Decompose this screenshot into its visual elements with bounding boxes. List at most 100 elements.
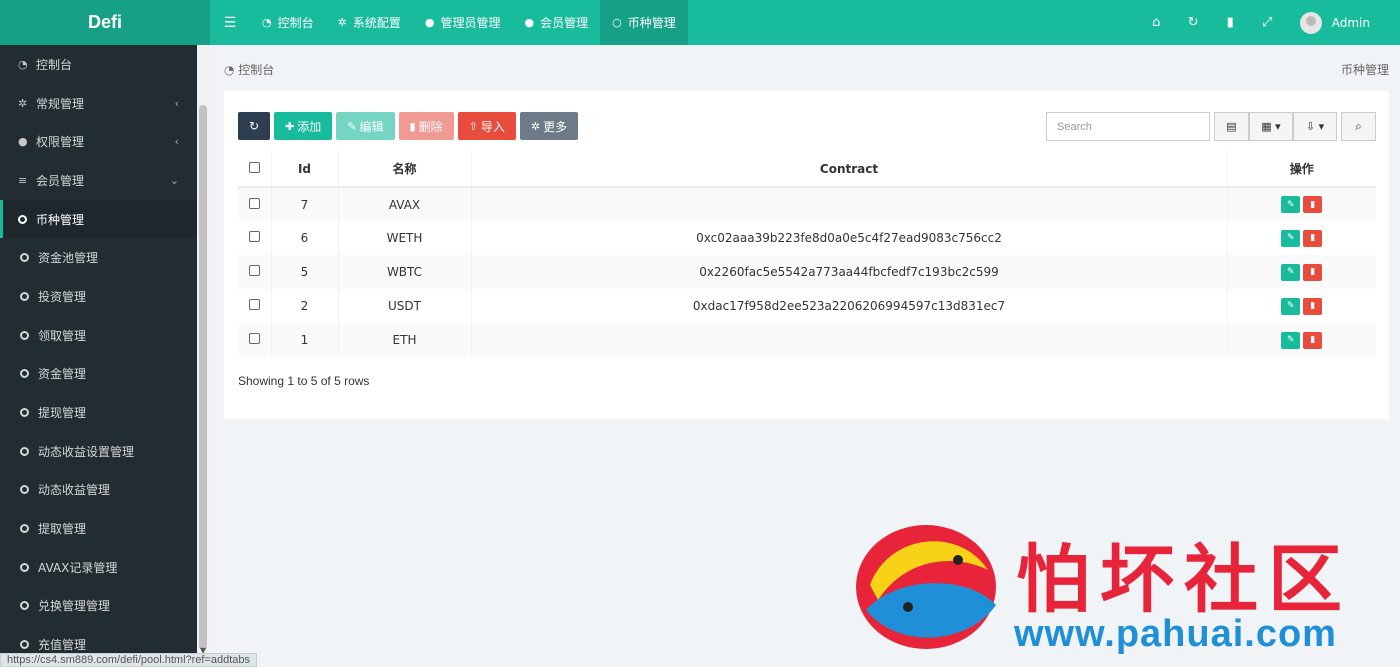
sidebar-item-withdraw[interactable]: 提现管理: [0, 393, 197, 432]
row-checkbox[interactable]: [248, 265, 260, 276]
sidebar-item-coin[interactable]: 币种管理: [0, 199, 197, 239]
row-edit-button[interactable]: ✎: [1281, 263, 1301, 281]
row-delete-button[interactable]: ▮: [1303, 196, 1323, 214]
table-row[interactable]: 5 WBTC 0x2260fac5e5542a773aa44fbcfedf7c1…: [238, 255, 1376, 289]
top-actions: ⌂ ↻ ▮ ⤢ Admin: [1138, 0, 1400, 45]
sidebar-item-general[interactable]: ✲ 常规管理 ‹: [0, 84, 197, 123]
tab-dashboard[interactable]: ◔ 控制台: [250, 0, 326, 45]
row-checkbox[interactable]: [248, 231, 260, 242]
cell-id: 7: [271, 187, 339, 221]
avatar: [1299, 11, 1322, 34]
row-edit-button[interactable]: ✎: [1281, 297, 1301, 315]
sidebar-item-member[interactable]: ≡ 会员管理 ⌄: [0, 161, 197, 200]
search-input[interactable]: Search: [1046, 112, 1210, 141]
cell-ops: ✎ ▮: [1227, 255, 1376, 289]
table-row[interactable]: 1 ETH ✎ ▮: [238, 323, 1376, 357]
columns-button[interactable]: ▦ ▾: [1249, 112, 1293, 141]
row-delete-button[interactable]: ▮: [1303, 297, 1323, 315]
tab-coin-manage[interactable]: ○ 币种管理: [600, 0, 688, 45]
row-delete-button[interactable]: ▮: [1303, 229, 1323, 247]
table-row[interactable]: 7 AVAX ✎ ▮: [238, 187, 1376, 221]
coin-table: Id 名称 Contract 操作 7 AVAX ✎ ▮ 6 WETH 0xc0…: [238, 151, 1376, 357]
cell-contract: [471, 323, 1228, 357]
row-delete-button[interactable]: ▮: [1303, 263, 1323, 281]
home-icon[interactable]: ⌂: [1138, 15, 1175, 30]
row-delete-button[interactable]: ▮: [1303, 331, 1323, 349]
gear-icon: ✲: [530, 119, 541, 133]
sidebar-item-invest[interactable]: 投资管理: [0, 277, 197, 316]
trash-icon[interactable]: ▮: [1212, 15, 1249, 30]
edit-button[interactable]: ✎ 编辑: [336, 112, 395, 140]
export-button[interactable]: ⇩ ▾: [1293, 112, 1337, 141]
sidebar-item-exchange[interactable]: 兑换管理管理: [0, 587, 197, 626]
tab-system-config[interactable]: ✲ 系统配置: [326, 0, 413, 45]
sidebar-item-dynamic-settings[interactable]: 动态收益设置管理: [0, 432, 197, 471]
chevron-left-icon: ‹: [174, 135, 179, 149]
user-menu[interactable]: Admin: [1299, 11, 1370, 34]
cell-name: WETH: [338, 221, 472, 255]
cell-ops: ✎ ▮: [1227, 323, 1376, 357]
pagination-summary: Showing 1 to 5 of 5 rows: [238, 374, 370, 388]
pencil-icon: ✎: [347, 119, 357, 133]
row-select-cell: [238, 187, 272, 221]
cell-id: 5: [271, 255, 339, 289]
row-edit-button[interactable]: ✎: [1281, 229, 1301, 247]
breadcrumb[interactable]: ◔ 控制台: [224, 61, 274, 78]
table-tools: ▤ ▦ ▾ ⇩ ▾: [1214, 112, 1337, 141]
more-button[interactable]: ✲ 更多: [519, 112, 579, 140]
scrollbar-thumb[interactable]: [199, 105, 207, 650]
export-icon: ⇩ ▾: [1305, 120, 1325, 133]
sidebar-scrollbar[interactable]: ▼: [197, 45, 210, 657]
sidebar-item-permission[interactable]: ● 权限管理 ‹: [0, 122, 197, 161]
watermark-url: www.pahuai.com: [1014, 613, 1337, 655]
upload-icon: ⇧: [468, 119, 478, 133]
tab-admin-manage[interactable]: ● 管理员管理: [413, 0, 513, 45]
refresh-icon[interactable]: ↻: [1175, 15, 1212, 30]
import-button[interactable]: ⇧ 导入: [457, 112, 516, 140]
toggle-view-button[interactable]: ▤: [1214, 112, 1249, 141]
sidebar: ◔ 控制台 ✲ 常规管理 ‹ ● 权限管理 ‹ ≡ 会员管理 ⌄ 币种管理 资金池管理 投资管…: [0, 45, 197, 667]
header-id[interactable]: Id: [271, 151, 339, 188]
header-name[interactable]: 名称: [338, 151, 472, 188]
delete-button[interactable]: ▮ 删除: [398, 112, 454, 140]
users-icon: ●: [18, 135, 28, 149]
sidebar-item-receive[interactable]: 领取管理: [0, 316, 197, 355]
status-bar-url: https://cs4.sm889.com/defi/pool.html?ref…: [0, 653, 258, 667]
sidebar-item-funds[interactable]: 资金管理: [0, 355, 197, 394]
sidebar-toggle-icon[interactable]: ☰: [210, 0, 250, 45]
header-contract[interactable]: Contract: [471, 151, 1228, 188]
row-checkbox[interactable]: [248, 197, 260, 209]
search-icon: ⌕: [1355, 119, 1362, 133]
list-icon: ≡: [18, 173, 28, 187]
page-title: 币种管理: [1340, 63, 1389, 77]
table-header: Id 名称 Contract 操作: [238, 151, 1376, 188]
circle-icon: [20, 369, 29, 379]
row-edit-button[interactable]: ✎: [1281, 331, 1301, 349]
fullscreen-icon[interactable]: ⤢: [1249, 15, 1286, 30]
row-checkbox[interactable]: [248, 299, 260, 310]
app-logo[interactable]: Defi: [0, 0, 210, 45]
sidebar-item-avax-records[interactable]: AVAX记录管理: [0, 548, 197, 587]
columns-icon: ▦ ▾: [1261, 120, 1281, 133]
sidebar-item-dashboard[interactable]: ◔ 控制台: [0, 45, 197, 84]
circle-icon: [20, 408, 29, 418]
row-edit-button[interactable]: ✎: [1281, 196, 1301, 214]
tab-member-manage[interactable]: ● 会员管理: [512, 0, 600, 45]
row-checkbox[interactable]: [248, 333, 260, 344]
gears-icon: ✲: [18, 96, 28, 110]
search-button[interactable]: ⌕: [1341, 112, 1376, 141]
cell-id: 6: [271, 221, 339, 255]
select-all-checkbox[interactable]: [248, 161, 260, 173]
sidebar-item-pool[interactable]: 资金池管理: [0, 238, 197, 277]
fish-logo-icon: [856, 525, 996, 649]
sidebar-item-dynamic-income[interactable]: 动态收益管理: [0, 471, 197, 510]
add-button[interactable]: ✚ 添加: [274, 112, 333, 140]
sidebar-item-extract[interactable]: 提取管理: [0, 509, 197, 548]
header-ops: 操作: [1227, 151, 1376, 188]
toolbar: ↻ ✚ 添加 ✎ 编辑 ▮ 删除 ⇧ 导入 ✲ 更多: [238, 112, 579, 140]
circle-icon: [20, 485, 29, 495]
refresh-button[interactable]: ↻: [238, 112, 271, 140]
cell-ops: ✎ ▮: [1227, 289, 1376, 323]
table-row[interactable]: 2 USDT 0xdac17f958d2ee523a2206206994597c…: [238, 289, 1376, 323]
table-row[interactable]: 6 WETH 0xc02aaa39b223fe8d0a0e5c4f27ead90…: [238, 221, 1376, 255]
